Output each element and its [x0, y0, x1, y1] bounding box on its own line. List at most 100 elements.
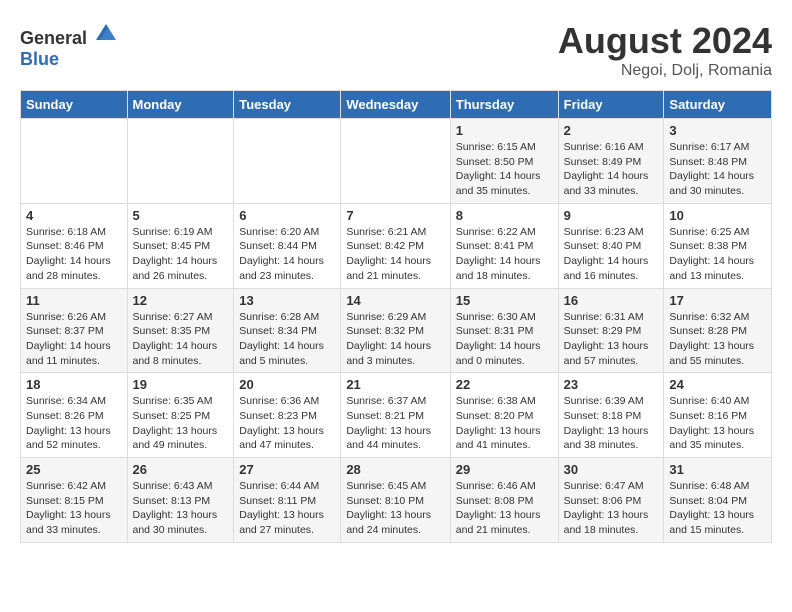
calendar-cell: 3 Sunrise: 6:17 AM Sunset: 8:48 PM Daylig… [664, 119, 772, 204]
day-info: Sunrise: 6:22 AM Sunset: 8:41 PM Dayligh… [456, 225, 553, 284]
month-year: August 2024 [558, 20, 772, 62]
calendar-cell: 4Sunrise: 6:18 AM Sunset: 8:46 PM Daylig… [21, 203, 128, 288]
calendar-cell: 28 Sunrise: 6:45 AM Sunset: 8:10 PM Dayli… [341, 458, 450, 543]
page-header: General Blue August 2024 Negoi, Dolj, Ro… [20, 20, 772, 80]
day-number: 19 [133, 377, 229, 392]
day-number: 1 [456, 123, 553, 138]
calendar-cell: 18 Sunrise: 6:34 AM Sunset: 8:26 PM Dayli… [21, 373, 128, 458]
day-number: 22 [456, 377, 553, 392]
day-info: Sunrise: 6:42 AM Sunset: 8:15 PM Dayligh… [26, 479, 122, 538]
calendar-cell: 9 Sunrise: 6:23 AM Sunset: 8:40 PM Daylig… [558, 203, 664, 288]
day-info: Sunrise: 6:20 AM Sunset: 8:44 PM Dayligh… [239, 225, 335, 284]
calendar-week-3: 11Sunrise: 6:26 AM Sunset: 8:37 PM Dayli… [21, 288, 772, 373]
title-area: August 2024 Negoi, Dolj, Romania [558, 20, 772, 80]
calendar-cell: 16Sunrise: 6:31 AM Sunset: 8:29 PM Dayli… [558, 288, 664, 373]
day-info: Sunrise: 6:37 AM Sunset: 8:21 PM Dayligh… [346, 394, 444, 453]
day-info: Sunrise: 6:39 AM Sunset: 8:18 PM Dayligh… [564, 394, 659, 453]
day-info: Sunrise: 6:44 AM Sunset: 8:11 PM Dayligh… [239, 479, 335, 538]
calendar-cell: 13Sunrise: 6:28 AM Sunset: 8:34 PM Dayli… [234, 288, 341, 373]
logo: General Blue [20, 20, 118, 70]
day-info: Sunrise: 6:25 AM Sunset: 8:38 PM Dayligh… [669, 225, 766, 284]
day-header-sunday: Sunday [21, 91, 128, 119]
day-number: 23 [564, 377, 659, 392]
calendar-cell [341, 119, 450, 204]
calendar-cell: 20Sunrise: 6:36 AM Sunset: 8:23 PM Dayli… [234, 373, 341, 458]
day-info: Sunrise: 6:43 AM Sunset: 8:13 PM Dayligh… [133, 479, 229, 538]
calendar-cell: 12Sunrise: 6:27 AM Sunset: 8:35 PM Dayli… [127, 288, 234, 373]
calendar-cell: 27 Sunrise: 6:44 AM Sunset: 8:11 PM Dayli… [234, 458, 341, 543]
day-number: 15 [456, 293, 553, 308]
day-info: Sunrise: 6:29 AM Sunset: 8:32 PM Dayligh… [346, 310, 444, 369]
day-header-friday: Friday [558, 91, 664, 119]
day-number: 27 [239, 462, 335, 477]
calendar-week-1: 1 Sunrise: 6:15 AM Sunset: 8:50 PM Daylig… [21, 119, 772, 204]
calendar-week-2: 4Sunrise: 6:18 AM Sunset: 8:46 PM Daylig… [21, 203, 772, 288]
day-info: Sunrise: 6:48 AM Sunset: 8:04 PM Dayligh… [669, 479, 766, 538]
calendar-cell: 15 Sunrise: 6:30 AM Sunset: 8:31 PM Dayli… [450, 288, 558, 373]
calendar-cell: 24 Sunrise: 6:40 AM Sunset: 8:16 PM Dayli… [664, 373, 772, 458]
calendar-cell: 31 Sunrise: 6:48 AM Sunset: 8:04 PM Dayli… [664, 458, 772, 543]
calendar-cell: 22 Sunrise: 6:38 AM Sunset: 8:20 PM Dayli… [450, 373, 558, 458]
day-info: Sunrise: 6:23 AM Sunset: 8:40 PM Dayligh… [564, 225, 659, 284]
calendar-cell: 30 Sunrise: 6:47 AM Sunset: 8:06 PM Dayli… [558, 458, 664, 543]
day-number: 13 [239, 293, 335, 308]
calendar-cell [127, 119, 234, 204]
calendar-cell: 6 Sunrise: 6:20 AM Sunset: 8:44 PM Daylig… [234, 203, 341, 288]
day-header-thursday: Thursday [450, 91, 558, 119]
calendar-cell: 8 Sunrise: 6:22 AM Sunset: 8:41 PM Daylig… [450, 203, 558, 288]
day-info: Sunrise: 6:21 AM Sunset: 8:42 PM Dayligh… [346, 225, 444, 284]
calendar-cell: 5Sunrise: 6:19 AM Sunset: 8:45 PM Daylig… [127, 203, 234, 288]
calendar-cell: 11Sunrise: 6:26 AM Sunset: 8:37 PM Dayli… [21, 288, 128, 373]
day-info: Sunrise: 6:46 AM Sunset: 8:08 PM Dayligh… [456, 479, 553, 538]
calendar-cell: 1 Sunrise: 6:15 AM Sunset: 8:50 PM Daylig… [450, 119, 558, 204]
day-info: Sunrise: 6:47 AM Sunset: 8:06 PM Dayligh… [564, 479, 659, 538]
day-number: 5 [133, 208, 229, 223]
calendar-cell [21, 119, 128, 204]
day-info: Sunrise: 6:34 AM Sunset: 8:26 PM Dayligh… [26, 394, 122, 453]
location: Negoi, Dolj, Romania [558, 62, 772, 80]
calendar-cell: 25Sunrise: 6:42 AM Sunset: 8:15 PM Dayli… [21, 458, 128, 543]
day-number: 24 [669, 377, 766, 392]
day-info: Sunrise: 6:38 AM Sunset: 8:20 PM Dayligh… [456, 394, 553, 453]
calendar-cell: 14 Sunrise: 6:29 AM Sunset: 8:32 PM Dayli… [341, 288, 450, 373]
day-number: 11 [26, 293, 122, 308]
day-info: Sunrise: 6:40 AM Sunset: 8:16 PM Dayligh… [669, 394, 766, 453]
day-header-wednesday: Wednesday [341, 91, 450, 119]
logo-general: General [20, 28, 87, 48]
day-number: 9 [564, 208, 659, 223]
logo-icon [94, 20, 118, 44]
day-number: 12 [133, 293, 229, 308]
day-number: 6 [239, 208, 335, 223]
day-info: Sunrise: 6:45 AM Sunset: 8:10 PM Dayligh… [346, 479, 444, 538]
day-number: 31 [669, 462, 766, 477]
day-info: Sunrise: 6:17 AM Sunset: 8:48 PM Dayligh… [669, 140, 766, 199]
day-number: 8 [456, 208, 553, 223]
calendar-cell [234, 119, 341, 204]
calendar-cell: 7 Sunrise: 6:21 AM Sunset: 8:42 PM Daylig… [341, 203, 450, 288]
calendar-cell: 19 Sunrise: 6:35 AM Sunset: 8:25 PM Dayli… [127, 373, 234, 458]
day-number: 26 [133, 462, 229, 477]
calendar-cell: 2Sunrise: 6:16 AM Sunset: 8:49 PM Daylig… [558, 119, 664, 204]
day-number: 18 [26, 377, 122, 392]
day-number: 17 [669, 293, 766, 308]
day-number: 2 [564, 123, 659, 138]
calendar-table: SundayMondayTuesdayWednesdayThursdayFrid… [20, 90, 772, 543]
day-number: 21 [346, 377, 444, 392]
day-number: 28 [346, 462, 444, 477]
day-header-tuesday: Tuesday [234, 91, 341, 119]
day-info: Sunrise: 6:15 AM Sunset: 8:50 PM Dayligh… [456, 140, 553, 199]
day-number: 3 [669, 123, 766, 138]
day-number: 7 [346, 208, 444, 223]
calendar-cell: 10Sunrise: 6:25 AM Sunset: 8:38 PM Dayli… [664, 203, 772, 288]
day-info: Sunrise: 6:30 AM Sunset: 8:31 PM Dayligh… [456, 310, 553, 369]
day-info: Sunrise: 6:35 AM Sunset: 8:25 PM Dayligh… [133, 394, 229, 453]
day-info: Sunrise: 6:18 AM Sunset: 8:46 PM Dayligh… [26, 225, 122, 284]
calendar-week-4: 18 Sunrise: 6:34 AM Sunset: 8:26 PM Dayli… [21, 373, 772, 458]
day-number: 20 [239, 377, 335, 392]
day-header-saturday: Saturday [664, 91, 772, 119]
day-number: 14 [346, 293, 444, 308]
day-number: 16 [564, 293, 659, 308]
day-number: 30 [564, 462, 659, 477]
days-header-row: SundayMondayTuesdayWednesdayThursdayFrid… [21, 91, 772, 119]
day-number: 29 [456, 462, 553, 477]
